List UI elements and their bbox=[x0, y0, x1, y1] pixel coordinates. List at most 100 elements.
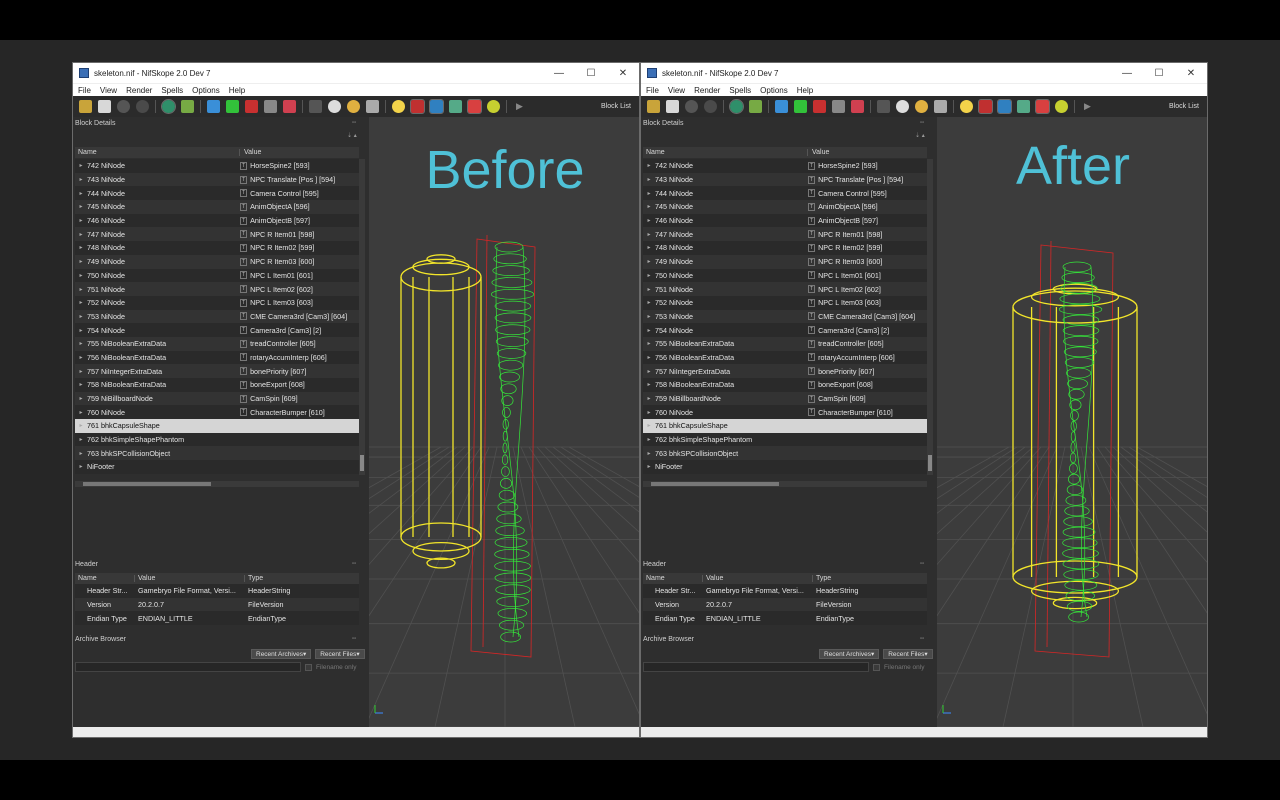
lightbulb-icon[interactable] bbox=[392, 100, 405, 113]
tree-row[interactable]: ▸ 756 NiBooleanExtraData TrotaryAccumInter… bbox=[643, 350, 927, 365]
expand-arrow-icon[interactable]: ▸ bbox=[75, 368, 87, 375]
tree-row[interactable]: ▸ 745 NiNode T AnimObjectA [596] bbox=[643, 200, 927, 214]
view-top-icon[interactable] bbox=[794, 100, 807, 113]
recent-archives-button[interactable]: Recent Archives▾ bbox=[819, 649, 880, 659]
tree-row[interactable]: ▸ 754 NiNode T Camera3rd [Cam3] [2] bbox=[75, 323, 359, 337]
dock-float-close-icon[interactable]: ▫▫ bbox=[352, 636, 364, 642]
axes-icon[interactable] bbox=[749, 100, 762, 113]
menu-spells[interactable]: Spells bbox=[156, 86, 187, 95]
lighting-icon[interactable] bbox=[410, 99, 425, 114]
open-folder-icon[interactable] bbox=[647, 100, 660, 113]
column-value[interactable]: Value bbox=[703, 575, 813, 582]
table-row[interactable]: Endian Type ENDIAN_LITTLE EndianType bbox=[75, 611, 359, 626]
expand-arrow-icon[interactable]: ▸ bbox=[75, 272, 87, 279]
expand-arrow-icon[interactable]: ▸ bbox=[643, 450, 655, 457]
play-icon[interactable]: ▶ bbox=[513, 100, 526, 113]
block-tree-hscroll[interactable] bbox=[643, 481, 927, 487]
scroll-thumb[interactable] bbox=[651, 482, 779, 486]
dock-float-close-icon[interactable]: ▫▫ bbox=[920, 120, 932, 126]
menu-help[interactable]: Help bbox=[224, 86, 249, 95]
tree-row[interactable]: ▸ NiFooter bbox=[643, 460, 927, 474]
menu-view[interactable]: View bbox=[663, 86, 689, 95]
tree-row[interactable]: ▸ 750 NiNode T NPC L Item01 [601] bbox=[643, 268, 927, 283]
redo-icon[interactable] bbox=[136, 100, 149, 113]
cube-icon[interactable] bbox=[283, 100, 296, 113]
tree-row[interactable]: ▸ 760 NiNode T CharacterBumper [610] bbox=[75, 405, 359, 420]
sort-arrows-icon[interactable]: ⇣ ▴ bbox=[915, 132, 927, 139]
block-list-button[interactable]: Block List bbox=[1169, 103, 1199, 110]
expand-arrow-icon[interactable]: ▸ bbox=[75, 340, 87, 347]
tree-row[interactable]: ▸ 762 bhkSimpleShapePhantom bbox=[75, 432, 359, 447]
expand-arrow-icon[interactable]: ▸ bbox=[75, 395, 87, 402]
block-tree-vscroll[interactable] bbox=[927, 159, 933, 475]
expand-arrow-icon[interactable]: ▸ bbox=[643, 231, 655, 238]
dock-float-close-icon[interactable]: ▫▫ bbox=[920, 636, 932, 642]
recent-archives-button[interactable]: Recent Archives▾ bbox=[251, 649, 312, 659]
menu-file[interactable]: File bbox=[641, 86, 663, 95]
expand-arrow-icon[interactable]: ▸ bbox=[643, 299, 655, 306]
open-folder-icon[interactable] bbox=[79, 100, 92, 113]
render-viewport[interactable]: Before bbox=[369, 117, 639, 727]
undo-icon[interactable] bbox=[117, 100, 130, 113]
tree-row[interactable]: ▸ 762 bhkSimpleShapePhantom bbox=[643, 432, 927, 447]
column-type[interactable]: Type bbox=[245, 575, 355, 582]
table-row[interactable]: Version 20.2.0.7 FileVersion bbox=[643, 597, 927, 612]
lightbulb-icon[interactable] bbox=[960, 100, 973, 113]
expand-arrow-icon[interactable]: ▸ bbox=[643, 381, 655, 388]
tree-row[interactable]: ▸ 761 bhkCapsuleShape bbox=[643, 419, 927, 433]
block-tree-vscroll[interactable] bbox=[359, 159, 365, 475]
expand-arrow-icon[interactable]: ▸ bbox=[75, 176, 87, 183]
expand-arrow-icon[interactable]: ▸ bbox=[75, 381, 87, 388]
column-value[interactable]: Value bbox=[135, 575, 245, 582]
tree-row[interactable]: ▸ 742 NiNode T HorseSpine2 [593] bbox=[643, 159, 927, 173]
tree-row[interactable]: ▸ NiFooter bbox=[75, 460, 359, 474]
table-row[interactable]: Endian Type ENDIAN_LITTLE EndianType bbox=[643, 611, 927, 626]
eye-icon[interactable] bbox=[328, 100, 341, 113]
expand-arrow-icon[interactable]: ▸ bbox=[75, 231, 87, 238]
nodes-icon[interactable] bbox=[1017, 100, 1030, 113]
expand-arrow-icon[interactable]: ▸ bbox=[75, 327, 87, 334]
tree-row[interactable]: ▸ 747 NiNode T NPC R Item01 [598] bbox=[643, 227, 927, 242]
maximize-button[interactable]: ☐ bbox=[1143, 63, 1175, 83]
tree-row[interactable]: ▸ 763 bhkSPCollisionObject bbox=[75, 446, 359, 461]
view-front-icon[interactable] bbox=[775, 100, 788, 113]
tree-row[interactable]: ▸ 755 NiBooleanExtraData TtreadController … bbox=[643, 336, 927, 351]
expand-arrow-icon[interactable]: ▸ bbox=[643, 190, 655, 197]
expand-arrow-icon[interactable]: ▸ bbox=[643, 327, 655, 334]
column-value[interactable]: Value bbox=[808, 149, 829, 156]
menu-spells[interactable]: Spells bbox=[724, 86, 755, 95]
vertex-color-icon[interactable] bbox=[1055, 100, 1068, 113]
tree-row[interactable]: ▸ 747 NiNode T NPC R Item01 [598] bbox=[75, 227, 359, 242]
save-icon[interactable] bbox=[666, 100, 679, 113]
tree-row[interactable]: ▸ 746 NiNode T AnimObjectB [597] bbox=[75, 213, 359, 228]
tree-row[interactable]: ▸ 750 NiNode T NPC L Item01 [601] bbox=[75, 268, 359, 283]
expand-arrow-icon[interactable]: ▸ bbox=[643, 313, 655, 320]
tree-row[interactable]: ▸ 758 NiBooleanExtraData TboneExport [608] bbox=[643, 378, 927, 392]
tree-row[interactable]: ▸ 752 NiNode T NPC L Item03 [603] bbox=[643, 295, 927, 310]
tree-row[interactable]: ▸ 748 NiNode T NPC R Item02 [599] bbox=[75, 241, 359, 255]
minimize-button[interactable]: — bbox=[543, 63, 575, 83]
block-tree-hscroll[interactable] bbox=[75, 481, 359, 487]
view-front-icon[interactable] bbox=[207, 100, 220, 113]
expand-arrow-icon[interactable]: ▸ bbox=[643, 340, 655, 347]
footprints-icon[interactable] bbox=[309, 100, 322, 113]
view-side-icon[interactable] bbox=[245, 100, 258, 113]
column-value[interactable]: Value bbox=[240, 149, 261, 156]
expand-arrow-icon[interactable]: ▸ bbox=[643, 422, 655, 429]
screenshot-icon[interactable] bbox=[934, 100, 947, 113]
tree-row[interactable]: ▸ 749 NiNode T NPC R Item03 [600] bbox=[643, 254, 927, 269]
dock-float-close-icon[interactable]: ▫▫ bbox=[352, 120, 364, 126]
expand-arrow-icon[interactable]: ▸ bbox=[75, 422, 87, 429]
expand-arrow-icon[interactable]: ▸ bbox=[643, 368, 655, 375]
expand-arrow-icon[interactable]: ▸ bbox=[75, 162, 87, 169]
view-user-icon[interactable] bbox=[264, 100, 277, 113]
tree-row[interactable]: ▸ 751 NiNode T NPC L Item02 [602] bbox=[75, 282, 359, 296]
tree-row[interactable]: ▸ 752 NiNode T NPC L Item03 [603] bbox=[75, 295, 359, 310]
view-user-icon[interactable] bbox=[832, 100, 845, 113]
play-icon[interactable]: ▶ bbox=[1081, 100, 1094, 113]
tree-row[interactable]: ▸ 757 NiIntegerExtraData TbonePriority [60… bbox=[643, 364, 927, 378]
expand-arrow-icon[interactable]: ▸ bbox=[643, 203, 655, 210]
menu-file[interactable]: File bbox=[73, 86, 95, 95]
redo-icon[interactable] bbox=[704, 100, 717, 113]
tree-row[interactable]: ▸ 761 bhkCapsuleShape bbox=[75, 419, 359, 433]
